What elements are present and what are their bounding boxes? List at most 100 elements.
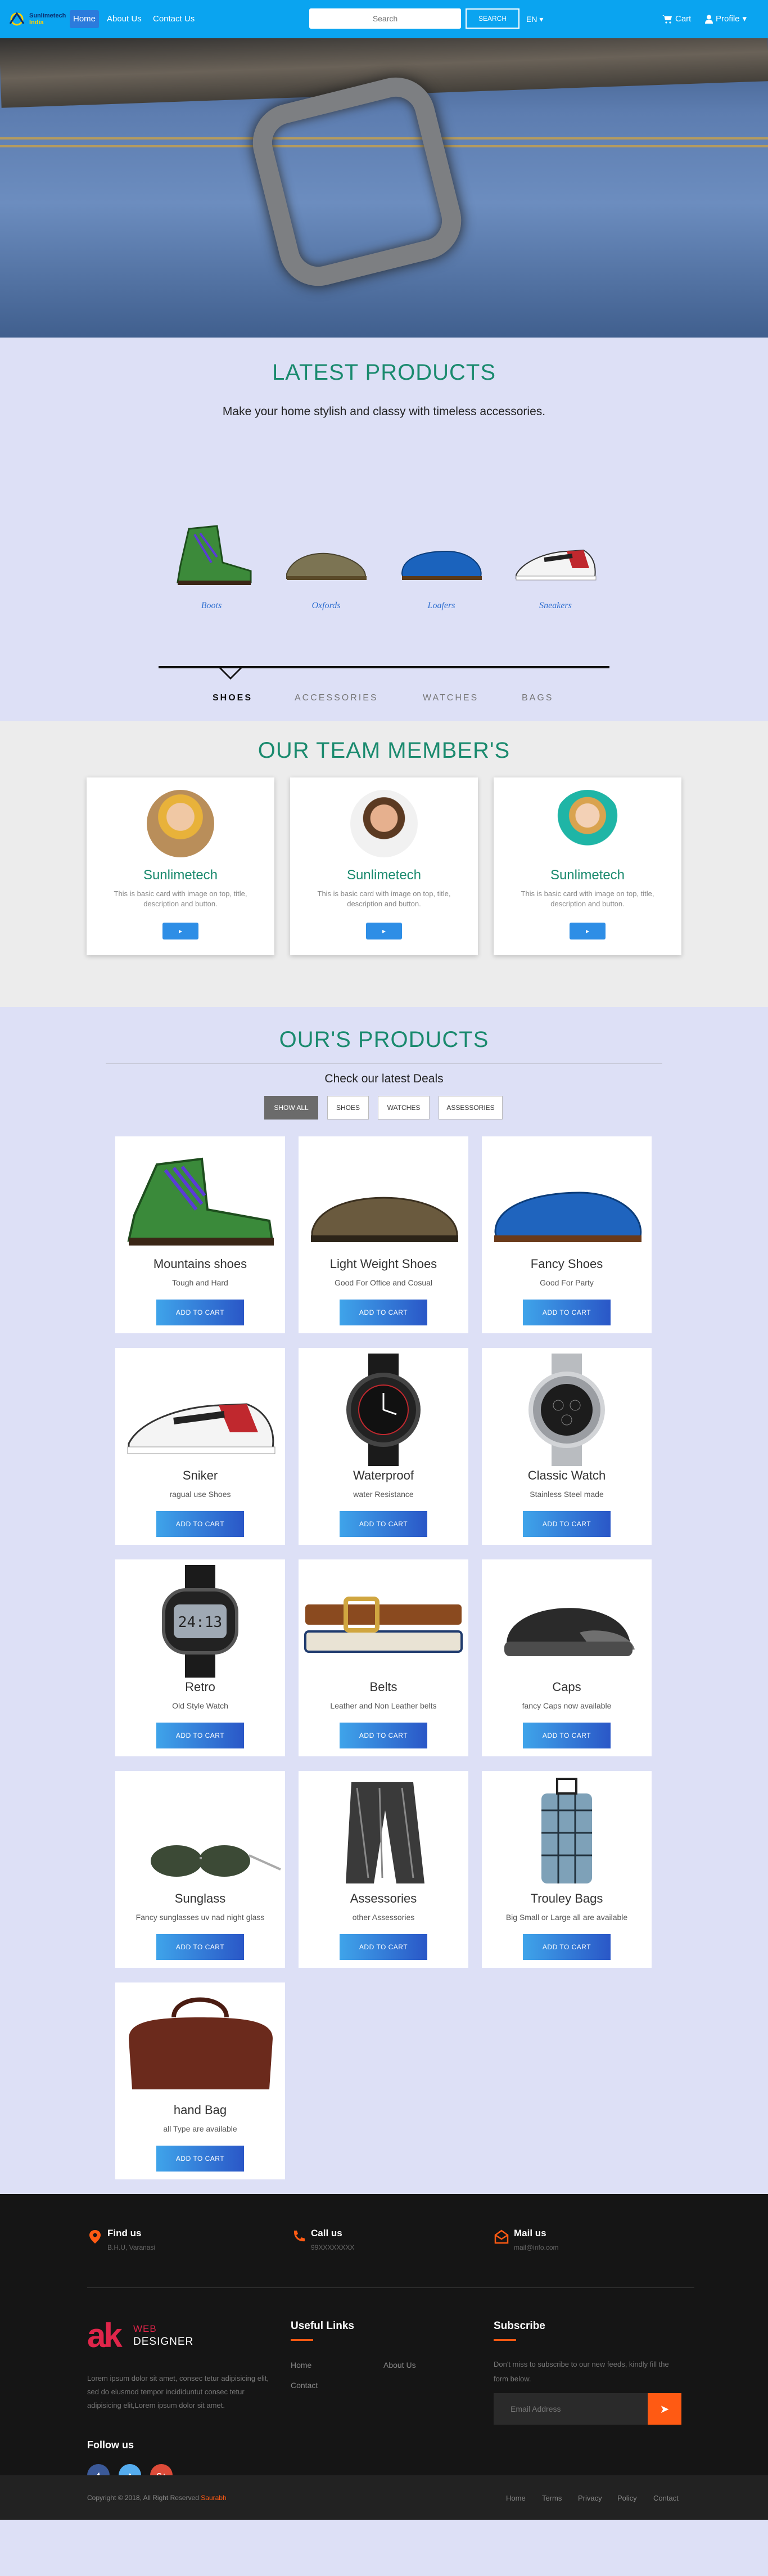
- product-desc: Tough and Hard: [172, 1278, 228, 1287]
- add-to-cart-button[interactable]: ADD TO CART: [156, 1511, 244, 1537]
- shoe-caption: Oxfords: [311, 601, 341, 610]
- tab-watches[interactable]: WATCHES: [423, 693, 478, 703]
- product-desc: Big Small or Large all are available: [505, 1913, 628, 1922]
- team-section: OUR TEAM MEMBER'S Sunlimetech This is ba…: [0, 721, 768, 1007]
- copyright-prefix: Copyright © 2018, All Right Reserved: [87, 2494, 201, 2502]
- cart-link[interactable]: Cart: [662, 10, 691, 28]
- nav-link-contact[interactable]: Contact Us: [150, 10, 198, 28]
- add-to-cart-button[interactable]: ADD TO CART: [156, 1723, 244, 1748]
- product-card: hand Bag all Type are available ADD TO C…: [115, 1982, 285, 2179]
- tab-bags[interactable]: BAGS: [522, 693, 553, 703]
- add-to-cart-button[interactable]: ADD TO CART: [156, 2146, 244, 2172]
- copyright: Copyright © 2018, All Right Reserved Sau…: [87, 2494, 227, 2502]
- bottom-link-terms[interactable]: Terms: [542, 2494, 562, 2502]
- filter-watches[interactable]: WATCHES: [378, 1096, 430, 1120]
- nav-link-home[interactable]: Home: [70, 10, 100, 28]
- latest-products-subtitle: Make your home stylish and classy with t…: [222, 405, 546, 418]
- heading-underline: [494, 2339, 516, 2341]
- email-input[interactable]: [494, 2393, 648, 2425]
- add-to-cart-button[interactable]: ADD TO CART: [340, 1934, 427, 1960]
- team-member-button[interactable]: ▸: [366, 923, 402, 939]
- product-card: 24:13 Retro Old Style Watch ADD TO CART: [115, 1559, 285, 1756]
- subscribe-heading: Subscribe: [494, 2320, 545, 2332]
- hero-banner: [0, 38, 768, 338]
- add-to-cart-button[interactable]: ADD TO CART: [523, 1511, 611, 1537]
- team-card: Sunlimetech This is basic card with imag…: [87, 777, 274, 955]
- add-to-cart-button[interactable]: ADD TO CART: [523, 1934, 611, 1960]
- product-card: Caps fancy Caps now available ADD TO CAR…: [482, 1559, 652, 1756]
- product-desc: other Assessories: [352, 1913, 415, 1922]
- site-logo[interactable]: Sunlimetech India: [8, 8, 66, 30]
- scarf-image: [346, 1782, 424, 1883]
- language-label: EN: [526, 15, 537, 24]
- latest-products-title: LATEST PRODUCTS: [272, 360, 496, 385]
- avatar: [350, 790, 418, 857]
- product-name: Belts: [369, 1680, 397, 1694]
- add-to-cart-button[interactable]: ADD TO CART: [340, 1300, 427, 1325]
- find-us-text: B.H.U, Varanasi: [107, 2244, 156, 2251]
- product-name: Assessories: [350, 1891, 417, 1905]
- add-to-cart-button[interactable]: ADD TO CART: [523, 1723, 611, 1748]
- product-desc: all Type are available: [163, 2124, 237, 2133]
- mail-us-title: Mail us: [514, 2228, 546, 2238]
- add-to-cart-button[interactable]: ADD TO CART: [340, 1511, 427, 1537]
- search-button[interactable]: SEARCH: [466, 8, 519, 29]
- cap-image: [504, 1608, 635, 1656]
- divider: [87, 2287, 694, 2288]
- latest-products-section: LATEST PRODUCTS Make your home stylish a…: [0, 343, 768, 714]
- footer-link-about[interactable]: About Us: [383, 2361, 416, 2370]
- shoe-loafers[interactable]: Loafers: [396, 512, 486, 619]
- product-desc: Old Style Watch: [172, 1701, 228, 1710]
- boot-image: [177, 525, 252, 585]
- tab-shoes[interactable]: SHOES: [213, 693, 252, 703]
- product-name: Fancy Shoes: [530, 1257, 603, 1271]
- chevron-down-icon: ▾: [742, 14, 747, 24]
- language-dropdown[interactable]: EN ▾: [526, 10, 543, 28]
- search-input[interactable]: [309, 8, 461, 29]
- team-member-button[interactable]: ▸: [570, 923, 606, 939]
- product-name: Mountains shoes: [153, 1257, 247, 1271]
- tab-accessories[interactable]: ACCESSORIES: [295, 693, 378, 703]
- bottom-link-contact[interactable]: Contact: [653, 2494, 679, 2502]
- subscribe-button[interactable]: ➤: [648, 2393, 681, 2425]
- product-name: Classic Watch: [527, 1468, 606, 1482]
- add-to-cart-button[interactable]: ADD TO CART: [156, 1300, 244, 1325]
- footer-logo[interactable]: ak WEB DESIGNER: [87, 2319, 200, 2353]
- nav-link-about[interactable]: About Us: [103, 10, 145, 28]
- call-us-text: 99XXXXXXXX: [311, 2244, 355, 2251]
- bottom-link-policy[interactable]: Policy: [617, 2494, 637, 2502]
- bottom-link-home[interactable]: Home: [506, 2494, 526, 2502]
- shoe-caption: Sneakers: [539, 601, 572, 610]
- paper-plane-icon: ➤: [659, 2403, 670, 2416]
- product-desc: Good For Office and Cosual: [334, 1278, 433, 1287]
- team-member-button[interactable]: ▸: [162, 923, 198, 939]
- filter-show-all[interactable]: SHOW ALL: [264, 1096, 318, 1120]
- divider: [106, 1063, 662, 1064]
- copyright-author[interactable]: Saurabh: [201, 2494, 226, 2502]
- footer-bottom-bar: Copyright © 2018, All Right Reserved Sau…: [0, 2475, 768, 2520]
- filter-accessories[interactable]: ASSESSORIES: [439, 1096, 503, 1120]
- bottom-link-privacy[interactable]: Privacy: [578, 2494, 602, 2502]
- product-desc: Leather and Non Leather belts: [330, 1701, 437, 1710]
- shoe-boots[interactable]: Boots: [166, 512, 256, 619]
- product-name: Caps: [552, 1680, 581, 1694]
- shoe-caption: Boots: [201, 601, 222, 610]
- footer-link-home[interactable]: Home: [291, 2361, 311, 2370]
- profile-dropdown[interactable]: Profile ▾: [705, 10, 747, 28]
- tab-indicator-inner: [222, 668, 240, 677]
- logo-line2: India: [29, 19, 44, 26]
- team-member-desc: This is basic card with image on top, ti…: [317, 889, 451, 908]
- footer-link-contact[interactable]: Contact: [291, 2381, 318, 2390]
- team-card: Sunlimetech This is basic card with imag…: [290, 777, 478, 955]
- shoe-oxfords[interactable]: Oxfords: [281, 512, 371, 619]
- logo-line1: Sunlimetech: [29, 12, 66, 19]
- shoe-sneakers[interactable]: Sneakers: [511, 512, 600, 619]
- add-to-cart-button[interactable]: ADD TO CART: [340, 1723, 427, 1748]
- footer-logo-web: WEB: [133, 2323, 157, 2334]
- add-to-cart-button[interactable]: ADD TO CART: [156, 1934, 244, 1960]
- products-subtitle: Check our latest Deals: [324, 1072, 444, 1085]
- sneaker-image: [516, 549, 597, 581]
- product-name: Sunglass: [174, 1891, 226, 1905]
- filter-shoes[interactable]: SHOES: [327, 1096, 369, 1120]
- add-to-cart-button[interactable]: ADD TO CART: [523, 1300, 611, 1325]
